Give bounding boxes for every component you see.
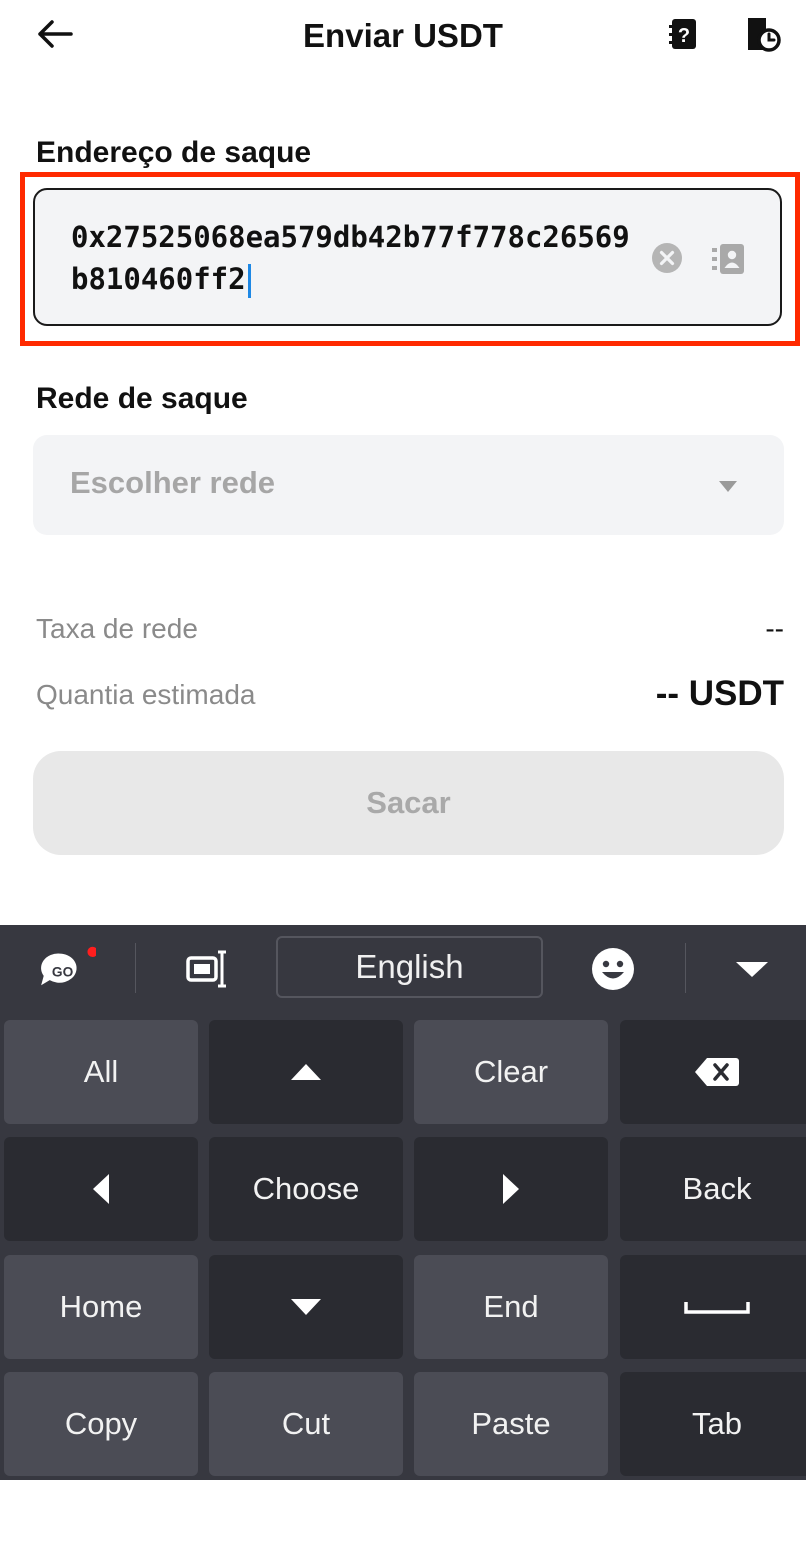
collapse-keyboard-icon <box>736 962 768 977</box>
key-backspace[interactable] <box>620 1020 806 1124</box>
key-space[interactable] <box>620 1255 806 1359</box>
key-tab[interactable]: Tab <box>620 1372 806 1476</box>
right-arrow-icon <box>503 1174 519 1204</box>
key-home[interactable]: Home <box>4 1255 198 1359</box>
address-input[interactable]: 0x27525068ea579db42b77f778c26569b810460f… <box>33 188 782 326</box>
key-label: Clear <box>473 1054 549 1089</box>
key-label: Tab <box>692 1406 742 1441</box>
key-label: Home <box>59 1289 143 1324</box>
withdraw-button-label: Sacar <box>366 785 451 820</box>
address-label: Endereço de saque <box>36 136 312 169</box>
key-left[interactable] <box>4 1137 198 1241</box>
down-arrow-icon <box>291 1299 321 1315</box>
key-back[interactable]: Back <box>620 1137 806 1241</box>
left-arrow-icon <box>93 1174 109 1204</box>
network-fee-label: Taxa de rede <box>36 613 198 644</box>
language-label: English <box>355 948 464 985</box>
address-value: 0x27525068ea579db42b77f778c26569b810460f… <box>71 220 630 298</box>
network-label: Rede de saque <box>36 382 248 415</box>
network-fee-value: -- <box>765 613 784 644</box>
key-label: End <box>483 1289 539 1324</box>
key-cut[interactable]: Cut <box>209 1372 403 1476</box>
go-logo-icon: GO <box>41 946 96 986</box>
keyboard: GO English All Clear Choose Back Home En… <box>0 925 806 1480</box>
key-copy[interactable]: Copy <box>4 1372 198 1476</box>
key-end[interactable]: End <box>414 1255 608 1359</box>
key-label: Choose <box>252 1171 360 1206</box>
bottom-area <box>0 1480 806 1568</box>
key-label: Paste <box>471 1406 551 1441</box>
network-placeholder: Escolher rede <box>70 465 276 500</box>
key-clear[interactable]: Clear <box>414 1020 608 1124</box>
history-button[interactable] <box>740 12 784 56</box>
text-cursor <box>247 264 251 298</box>
keyboard-toolbar: GO English <box>0 925 806 1013</box>
withdraw-button[interactable]: Sacar <box>33 751 784 855</box>
emoji-button[interactable] <box>583 939 643 999</box>
text-edit-button[interactable] <box>178 939 238 999</box>
key-up[interactable] <box>209 1020 403 1124</box>
network-select[interactable]: Escolher rede <box>33 435 784 535</box>
key-right[interactable] <box>414 1137 608 1241</box>
up-arrow-icon <box>291 1064 321 1080</box>
backspace-icon <box>695 1058 739 1086</box>
collapse-keyboard-button[interactable] <box>722 939 782 999</box>
key-down[interactable] <box>209 1255 403 1359</box>
key-choose[interactable]: Choose <box>209 1137 403 1241</box>
help-book-icon: ? <box>669 19 696 49</box>
toolbar-divider <box>135 943 136 993</box>
history-icon <box>748 18 781 52</box>
key-label: All <box>83 1054 119 1089</box>
toolbar-divider <box>685 943 686 993</box>
space-icon <box>684 1302 750 1314</box>
emoji-icon <box>592 948 634 990</box>
dropdown-caret-icon <box>719 481 737 492</box>
estimated-amount-label: Quantia estimada <box>36 679 256 710</box>
key-label: Copy <box>64 1406 138 1441</box>
clear-icon[interactable] <box>651 242 683 274</box>
svg-text:GO: GO <box>52 965 74 980</box>
key-paste[interactable]: Paste <box>414 1372 608 1476</box>
key-label: Cut <box>281 1406 331 1441</box>
estimated-amount-value: -- USDT <box>655 674 784 713</box>
svg-text:?: ? <box>678 25 690 47</box>
help-button[interactable]: ? <box>662 12 706 56</box>
key-all[interactable]: All <box>4 1020 198 1124</box>
text-edit-icon <box>186 950 226 988</box>
language-selector[interactable]: English <box>276 936 543 998</box>
key-label: Back <box>682 1171 752 1206</box>
go-logo-button[interactable]: GO <box>36 939 96 999</box>
address-book-icon[interactable] <box>711 242 745 276</box>
